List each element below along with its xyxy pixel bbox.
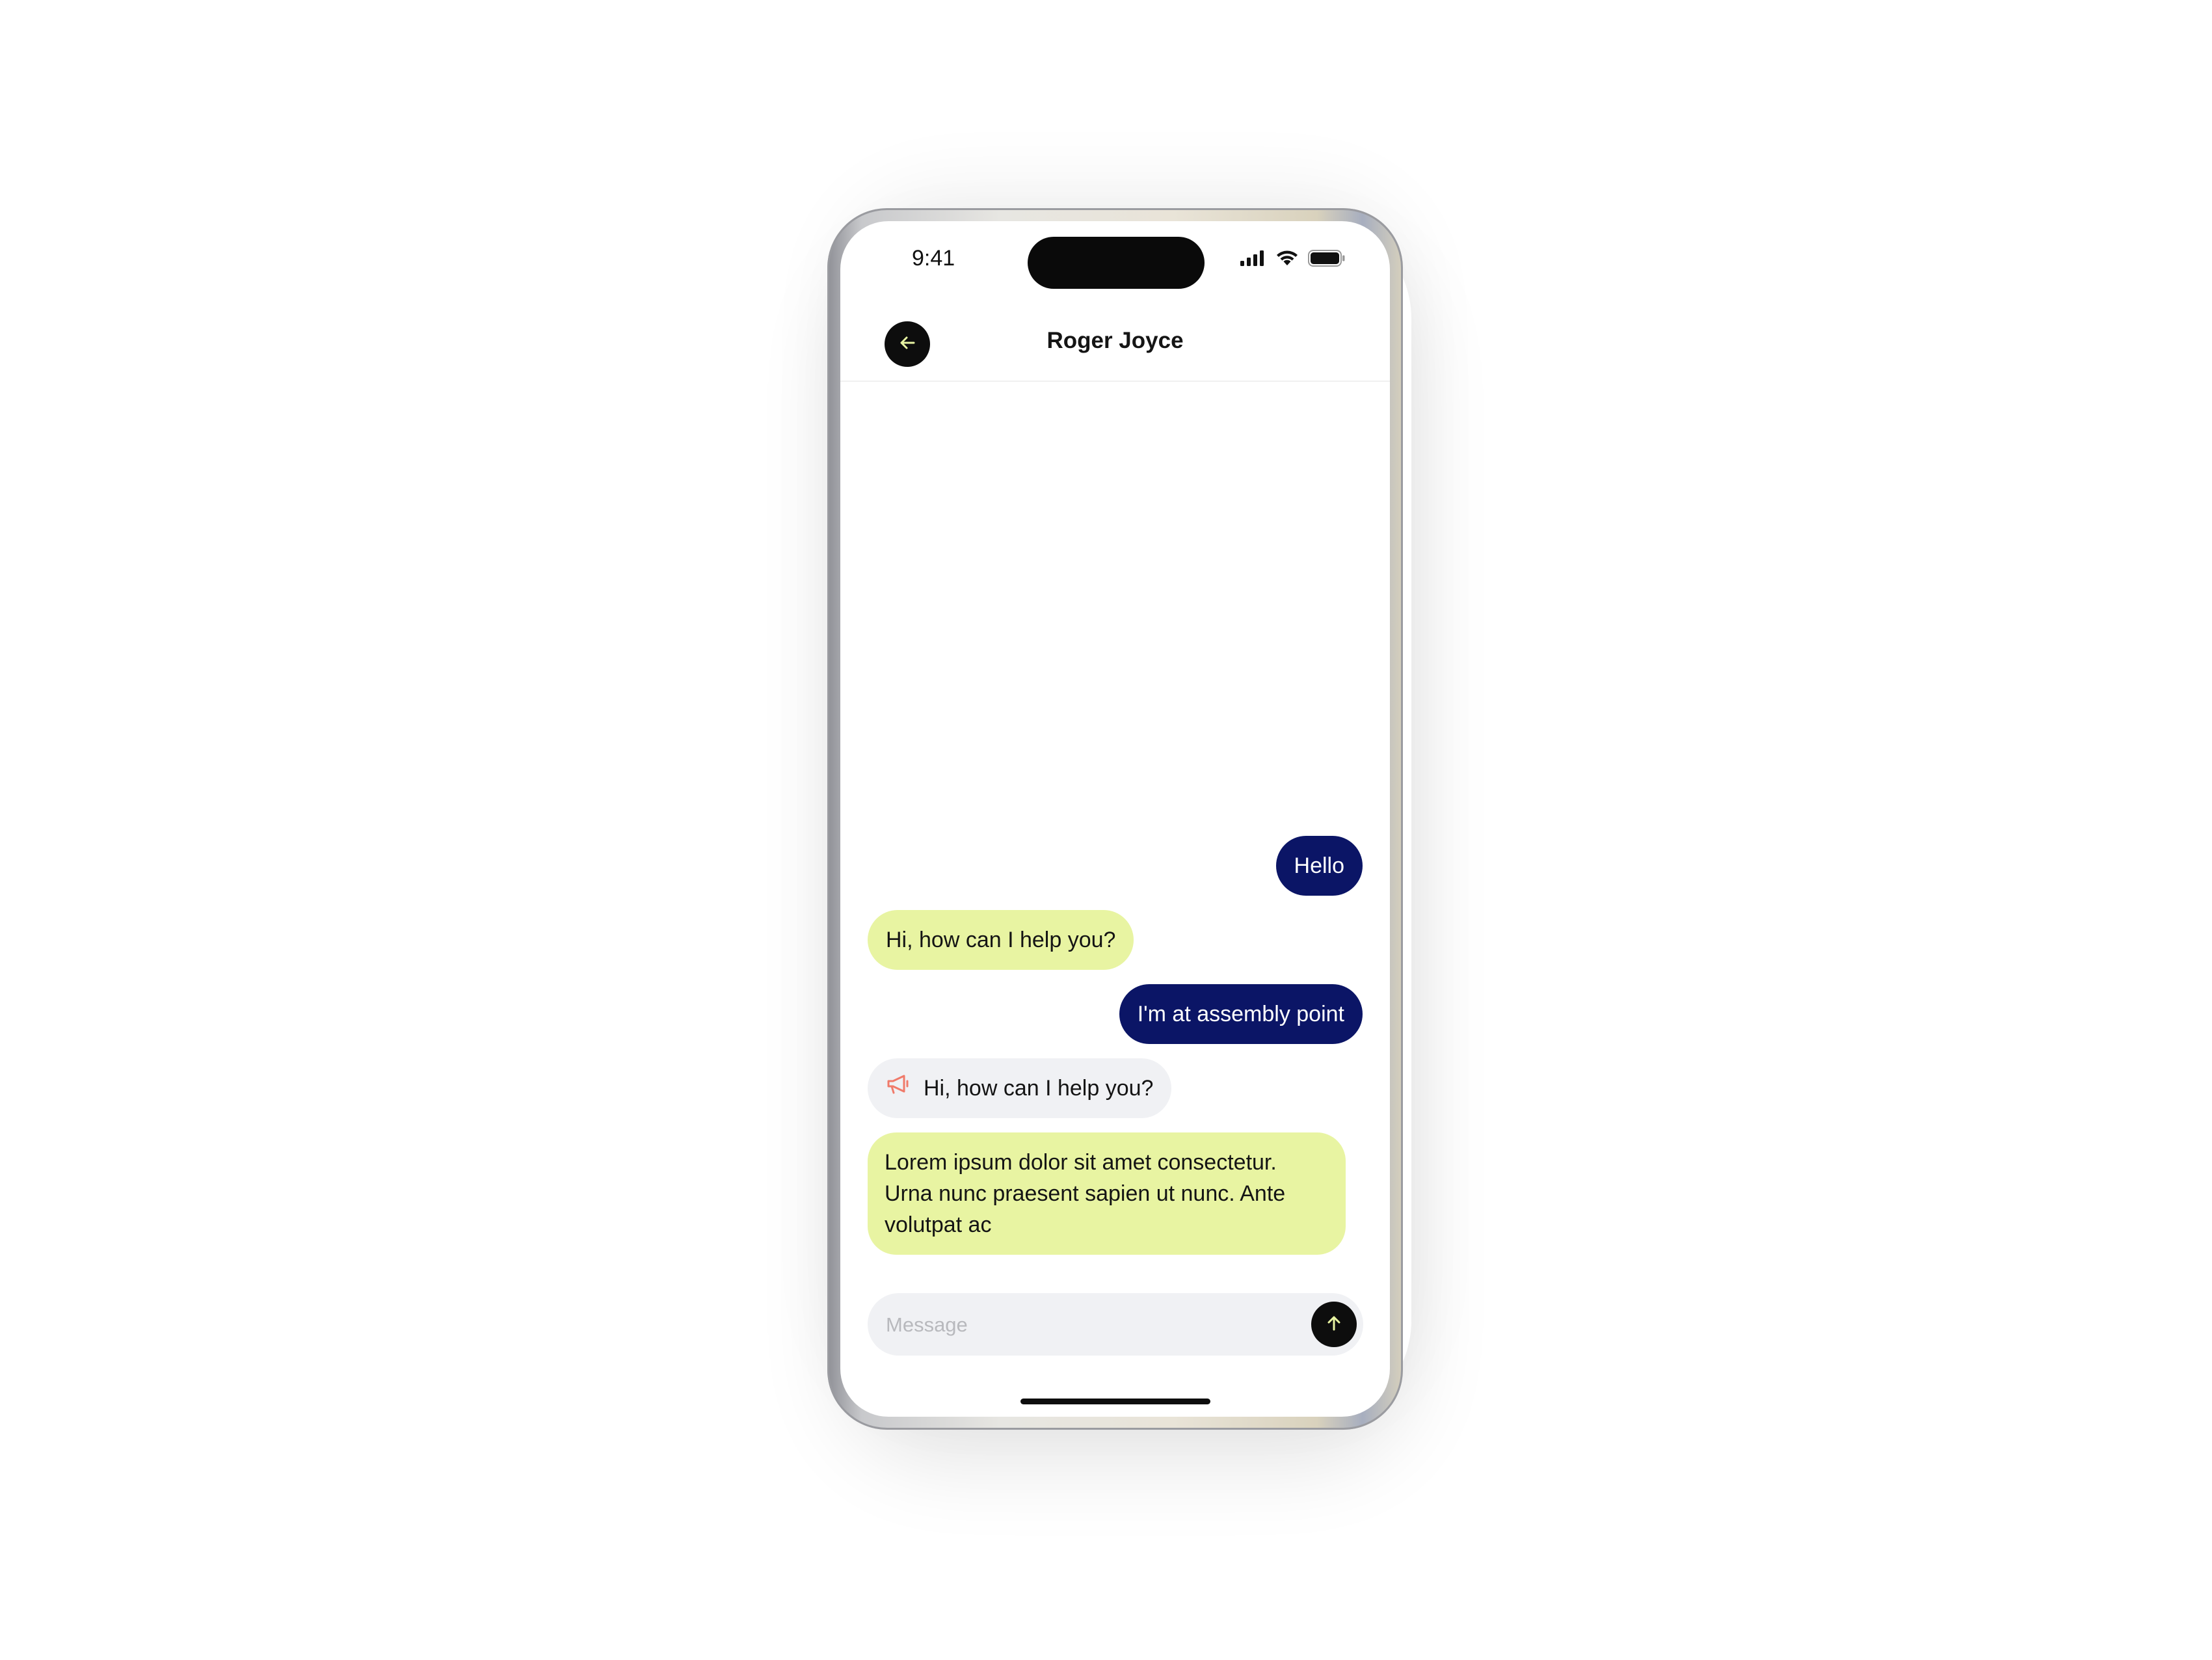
message-received[interactable]: Hi, how can I help you? <box>868 910 1134 970</box>
wifi-icon <box>1275 250 1299 270</box>
message-text: Hi, how can I help you? <box>886 928 1116 952</box>
arrow-up-icon <box>1323 1312 1345 1337</box>
message-text: I'm at assembly point <box>1137 1002 1344 1026</box>
send-button[interactable] <box>1311 1302 1357 1347</box>
contact-name: Roger Joyce <box>1046 328 1184 353</box>
home-indicator[interactable] <box>1020 1399 1210 1404</box>
message-received[interactable]: Lorem ipsum dolor sit amet consectetur. … <box>868 1132 1346 1255</box>
message-announcement[interactable]: Hi, how can I help you? <box>868 1058 1172 1118</box>
message-sent[interactable]: I'm at assembly point <box>1119 984 1363 1044</box>
status-time: 9:41 <box>912 246 955 271</box>
message-text: Hi, how can I help you? <box>924 1076 1154 1101</box>
message-text: Hello <box>1294 853 1344 878</box>
message-input[interactable] <box>885 1306 1277 1344</box>
message-composer <box>868 1293 1363 1356</box>
message-sent[interactable]: Hello <box>1275 836 1363 896</box>
status-bar: 9:41 <box>840 221 1390 306</box>
status-icons <box>1240 250 1346 270</box>
megaphone-icon <box>886 1073 912 1104</box>
battery-icon <box>1308 250 1346 270</box>
dynamic-island <box>1028 237 1205 289</box>
chat-header: Roger Joyce <box>840 306 1390 382</box>
stage: 9:41 Roger Joyce Hello Hi, how can I hel… <box>0 0 2212 1660</box>
message-text: Lorem ipsum dolor sit amet consectetur. … <box>885 1150 1286 1237</box>
phone-screen: 9:41 Roger Joyce Hello Hi, how can I hel… <box>840 221 1390 1417</box>
signal-icon <box>1240 250 1266 269</box>
